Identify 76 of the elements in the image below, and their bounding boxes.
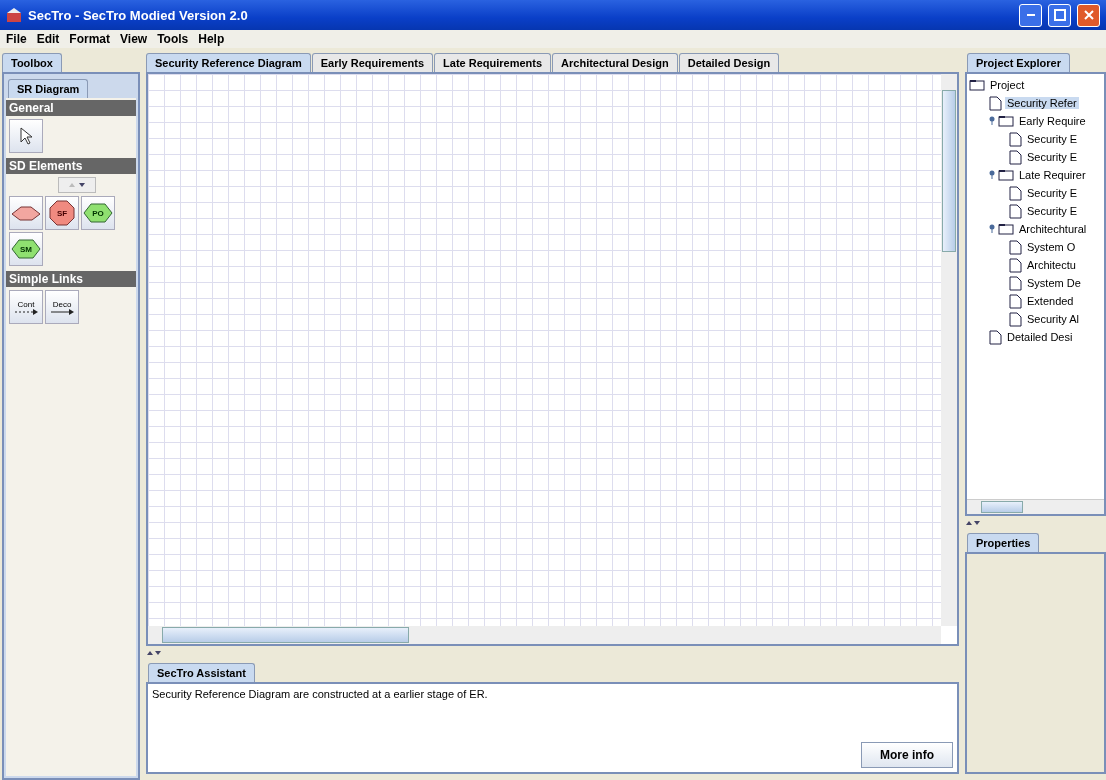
assistant-message: Security Reference Diagram are constructed at a earlier stage of ER. [152,688,489,700]
tab[interactable]: Architectural Design [552,53,678,72]
menu-item[interactable]: View [120,32,148,46]
tab[interactable]: Detailed Design [678,53,780,72]
document-icon [1009,203,1022,219]
tree-item[interactable]: Late Requirer [1017,169,1088,181]
split-arrows-icon[interactable] [965,520,981,526]
minimize-button[interactable] [1019,3,1042,27]
split-arrows-icon[interactable] [146,650,162,656]
document-icon [989,329,1002,345]
close-button[interactable] [1077,3,1100,27]
tab[interactable]: Late Requirements [434,53,552,72]
tree-item[interactable]: Security E [1025,151,1080,163]
document-icon [1009,275,1022,291]
tree-item[interactable]: Security E [1025,205,1080,217]
tab[interactable]: Security Reference Diagram [146,53,311,72]
tab[interactable]: Early Requirements [311,53,434,72]
tree-item[interactable]: System De [1025,277,1083,289]
more-info-button[interactable]: More info [861,742,953,768]
pentagon-tool[interactable] [9,196,43,230]
document-icon [1009,311,1022,327]
tree-item[interactable]: Security E [1025,133,1080,145]
document-icon [1009,149,1022,165]
document-icon [1009,257,1022,273]
document-icon [989,95,1002,111]
document-icon [1009,131,1022,147]
section-header: Simple Links [6,271,136,287]
tree-item[interactable]: System O [1025,241,1078,253]
horizontal-scrollbar[interactable] [967,499,1104,514]
close-icon [1082,9,1095,21]
maximize-button[interactable] [1048,3,1071,27]
tree-item[interactable]: Detailed Desi [1005,331,1075,343]
minimize-icon [1026,14,1035,16]
menu-item[interactable]: Help [198,32,225,46]
link-tool[interactable]: Cont [9,290,43,324]
pentagon-icon [11,205,41,221]
hexagon-tool[interactable]: PO [81,196,115,230]
folder-icon [998,115,1014,127]
folder-icon [969,79,985,91]
document-icon [1009,239,1022,255]
folder-icon [998,169,1014,181]
menu-item[interactable]: Edit [36,32,60,46]
pointer-tool[interactable] [9,119,43,153]
document-icon [1009,293,1022,309]
tree-item[interactable]: Extended [1025,295,1076,307]
vertical-scrollbar[interactable] [941,74,957,626]
folder-icon [998,223,1014,235]
menu-item[interactable]: File [6,32,27,46]
tab[interactable]: Properties [967,533,1040,552]
app-icon [6,7,22,23]
expand-handle-icon[interactable] [989,116,995,126]
tree-item[interactable]: Security E [1025,187,1080,199]
link-tool[interactable]: Deco [45,290,79,324]
expand-handle-icon[interactable] [989,224,995,234]
tab[interactable]: SR Diagram [8,79,89,98]
menu-item[interactable]: Tools [157,32,189,46]
section-header: General [6,100,136,116]
window-title: SecTro - SecTro Modied Version 2.0 [28,7,249,23]
octagon-tool[interactable]: SF [45,196,79,230]
tree-item[interactable]: Security Al [1025,313,1081,325]
maximize-icon [1053,9,1066,21]
tree-item[interactable]: Project [988,79,1027,91]
expand-handle-icon[interactable] [989,170,995,180]
tree-item[interactable]: Early Require [1017,115,1088,127]
document-icon [1009,185,1022,201]
tree-item[interactable]: Security Refer [1005,97,1079,109]
tree-item[interactable]: Architechtural [1017,223,1089,235]
menu-item[interactable]: Format [69,32,110,46]
hexagon-tool[interactable]: SM [9,232,43,266]
tree-item[interactable]: Architectu [1025,259,1078,271]
tab[interactable]: Toolbox [2,53,62,72]
horizontal-scrollbar[interactable] [148,626,941,644]
tab[interactable]: Project Explorer [967,53,1070,72]
section-header: SD Elements [6,158,136,174]
tab[interactable]: SecTro Assistant [148,663,255,682]
pointer-icon [18,127,34,145]
